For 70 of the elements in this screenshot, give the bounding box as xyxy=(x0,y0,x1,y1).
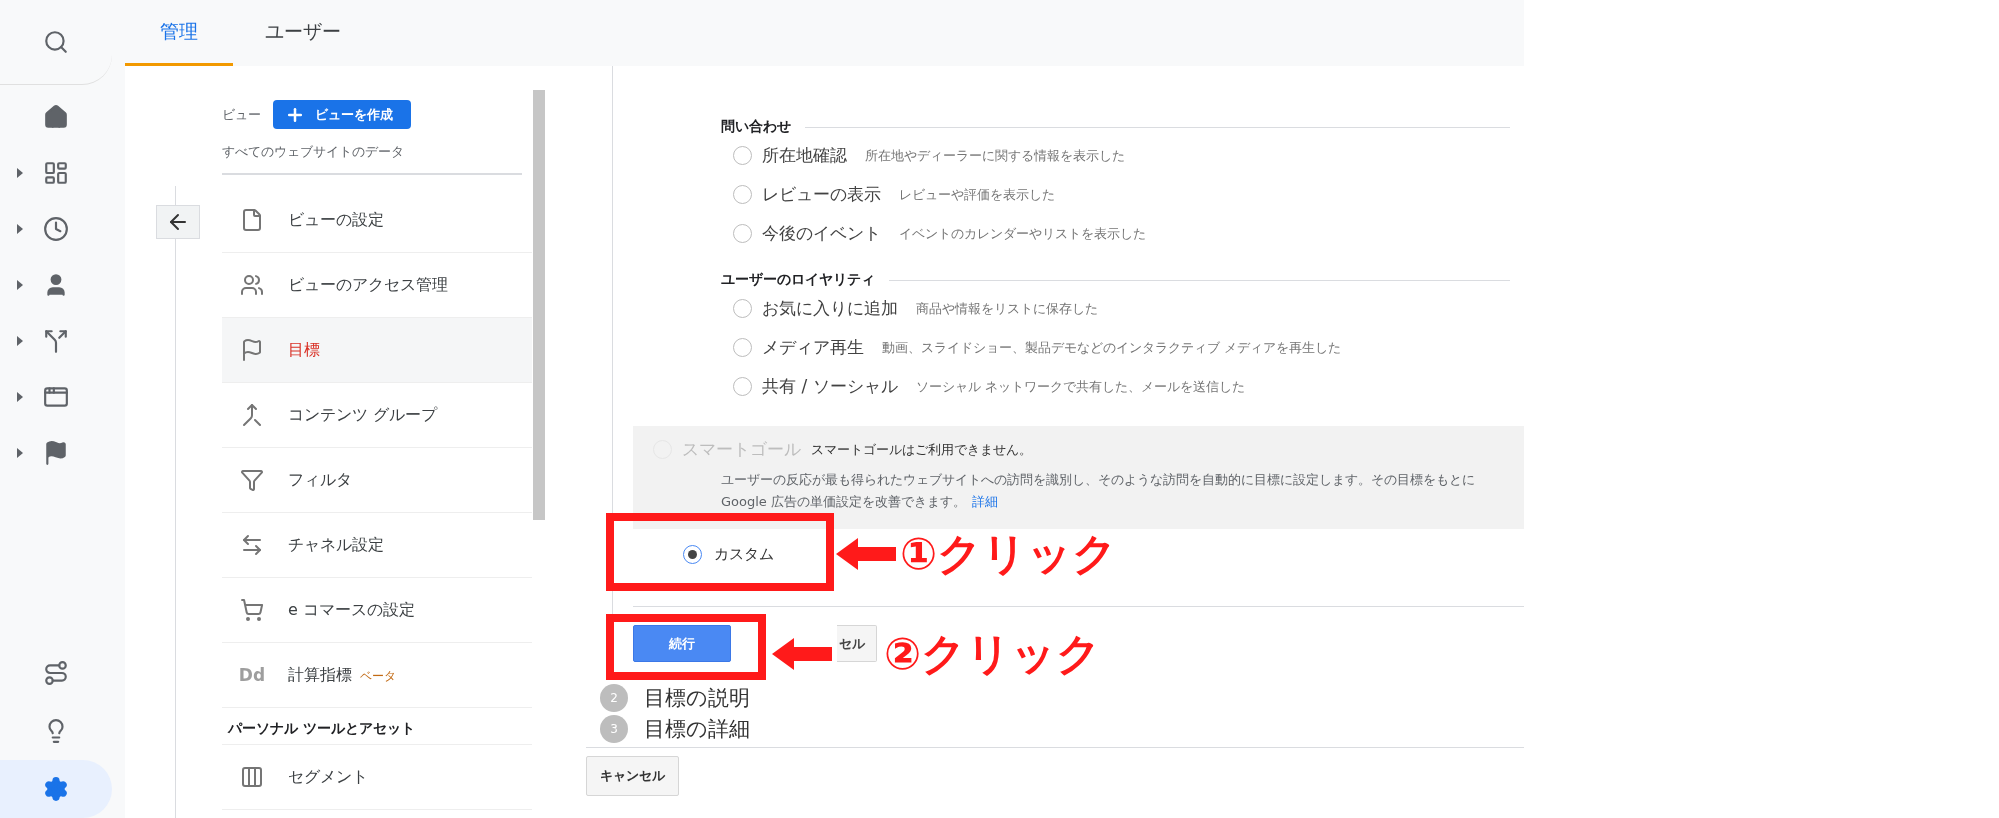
cancel-button[interactable]: キャンセル xyxy=(586,756,679,796)
option-label: 共有 / ソーシャル xyxy=(762,375,898,398)
flag-icon xyxy=(43,440,69,466)
option-description: 動画、スライドショー、製品デモなどのインタラクティブ メディアを再生した xyxy=(882,338,1342,357)
nav-label: e コマースの設定 xyxy=(288,599,415,621)
home-icon xyxy=(43,104,69,130)
selected-rail-item[interactable] xyxy=(0,760,112,818)
dd-icon: Dd xyxy=(238,665,266,685)
nav-label: ビューの設定 xyxy=(288,209,384,231)
view-label: ビュー xyxy=(222,105,261,124)
option-label: 所在地確認 xyxy=(762,144,847,167)
nav-label: フィルタ xyxy=(288,469,352,491)
option-description: 商品や情報をリストに保存した xyxy=(916,299,1098,318)
step-number: 3 xyxy=(600,715,628,743)
arrow-icon xyxy=(836,538,896,570)
nav-label: セグメント xyxy=(288,766,368,788)
filter-icon xyxy=(240,468,264,492)
nav-item[interactable]: フィルタ xyxy=(222,448,532,513)
search-icon xyxy=(43,29,69,55)
option-label: レビューの表示 xyxy=(762,183,881,206)
option-description: レビューや評価を表示した xyxy=(899,185,1055,204)
nav-item[interactable]: セグメント xyxy=(222,745,532,810)
settings-icon xyxy=(43,776,69,802)
nav-item[interactable]: 目標 xyxy=(222,318,532,383)
option-label: メディア再生 xyxy=(762,336,864,359)
window-icon xyxy=(43,384,69,410)
dashboard-icon xyxy=(43,160,69,186)
step-label: 目標の説明 xyxy=(644,685,750,712)
route-icon xyxy=(43,660,69,686)
annotation-text: ①クリック xyxy=(900,532,1118,576)
arrows-icon xyxy=(240,533,264,557)
clock-icon xyxy=(43,216,69,242)
description-text: ユーザーの反応が最も得られたウェブサイトへの訪問を識別し、そのような訪問を自動的に目標に設定します。その目標をもとに Google 広告の単価設定を改善できます。 詳細 xyxy=(720,471,1476,511)
status-text: スマートゴールはご利用できません。 xyxy=(811,440,1032,459)
option-description: ソーシャル ネットワークで共有した、メールを送信した xyxy=(915,377,1245,396)
group-heading: ユーザーのロイヤリティ xyxy=(721,271,875,289)
nav-item[interactable]: ビューの設定 xyxy=(222,188,532,253)
create-view-button[interactable]: ビューを作成 xyxy=(273,100,411,129)
columns-icon xyxy=(240,765,264,789)
people-icon xyxy=(240,273,264,297)
nav-item[interactable]: コンテンツ グループ xyxy=(222,383,532,448)
cancel-button[interactable]: セル xyxy=(837,625,877,662)
step-label: 目標の詳細 xyxy=(644,716,750,743)
nav-item[interactable]: Dd 計算指標 ベータ xyxy=(222,643,532,708)
merge-icon xyxy=(240,403,264,427)
section-heading: パーソナル ツールとアセット xyxy=(222,708,532,745)
step-number: 2 xyxy=(600,684,628,712)
nav-label: 計算指標 ベータ xyxy=(288,664,396,686)
option-label: お気に入りに追加 xyxy=(762,297,898,320)
annotation-text: ②クリック xyxy=(884,632,1102,676)
split-icon xyxy=(43,328,69,354)
nav-label: チャネル設定 xyxy=(288,534,384,556)
flag-icon xyxy=(240,338,264,362)
nav-label: ビューのアクセス管理 xyxy=(288,274,448,296)
back-button[interactable] xyxy=(156,205,200,239)
tab[interactable]: ユーザー xyxy=(233,0,373,66)
nav-item[interactable]: チャネル設定 xyxy=(222,513,532,578)
option-description: 所在地やディーラーに関する情報を表示した xyxy=(865,146,1125,165)
option-description: イベントのカレンダーやリストを表示した xyxy=(899,224,1146,243)
document-icon xyxy=(240,208,264,232)
view-name: すべてのウェブサイトのデータ xyxy=(222,143,522,175)
nav-item[interactable]: e コマースの設定 xyxy=(222,578,532,643)
group-heading: 問い合わせ xyxy=(721,118,791,136)
nav-label: コンテンツ グループ xyxy=(288,404,438,426)
scrollbar-thumb[interactable] xyxy=(533,90,545,520)
option-label: 今後のイベント xyxy=(762,222,881,245)
option-label: カスタム xyxy=(714,545,774,564)
nav-label: 目標 xyxy=(288,339,320,361)
arrow-icon xyxy=(772,638,832,670)
cart-icon xyxy=(240,598,264,622)
